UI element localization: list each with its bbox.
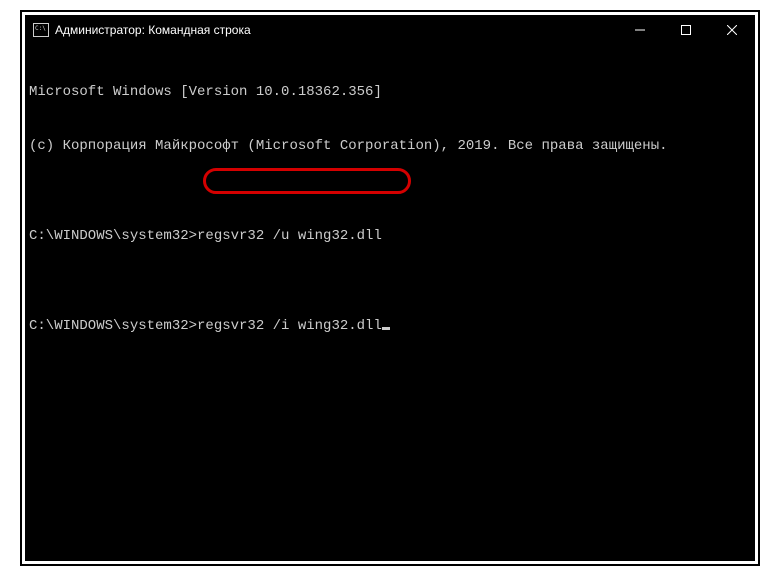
terminal-line: C:\WINDOWS\system32>regsvr32 /i wing32.d… xyxy=(29,317,751,335)
maximize-button[interactable] xyxy=(663,15,709,45)
titlebar[interactable]: Администратор: Командная строка xyxy=(25,15,755,45)
minimize-button[interactable] xyxy=(617,15,663,45)
terminal-line: Microsoft Windows [Version 10.0.18362.35… xyxy=(29,83,751,101)
window-title: Администратор: Командная строка xyxy=(55,23,251,37)
terminal-area[interactable]: Microsoft Windows [Version 10.0.18362.35… xyxy=(25,45,755,561)
terminal-line: (c) Корпорация Майкрософт (Microsoft Cor… xyxy=(29,137,751,155)
window-controls xyxy=(617,15,755,45)
terminal-line: C:\WINDOWS\system32>regsvr32 /u wing32.d… xyxy=(29,227,751,245)
screenshot-frame: Администратор: Командная строка Microsof… xyxy=(20,10,760,566)
close-button[interactable] xyxy=(709,15,755,45)
command-prompt-window: Администратор: Командная строка Microsof… xyxy=(25,15,755,561)
cursor xyxy=(382,327,390,330)
annotation-highlight xyxy=(203,168,411,194)
cmd-icon xyxy=(33,23,49,37)
